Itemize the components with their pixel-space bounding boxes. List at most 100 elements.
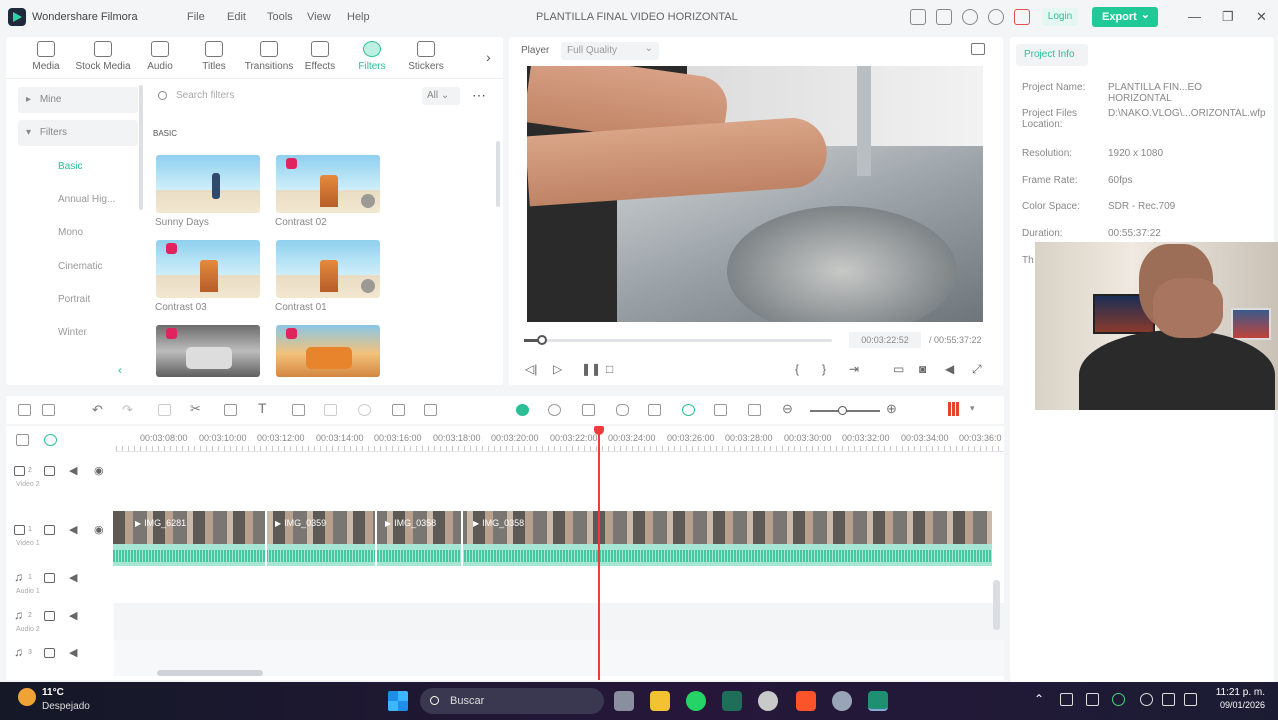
- mute-icon[interactable]: ◀: [69, 464, 77, 477]
- filter-thumb-color-van[interactable]: [276, 325, 380, 377]
- file-explorer-icon[interactable]: [650, 691, 670, 711]
- lock-icon[interactable]: [44, 573, 55, 583]
- collapse-sidebar-icon[interactable]: ‹: [118, 363, 122, 377]
- fullscreen-icon[interactable]: ⤢: [972, 362, 982, 377]
- filter-thumb-contrast-01[interactable]: [276, 240, 380, 298]
- eye-icon[interactable]: ◉: [94, 523, 104, 536]
- chevron-down-icon[interactable]: ▾: [970, 403, 975, 414]
- weather-icon[interactable]: [18, 688, 36, 706]
- timeline-vertical-scrollbar[interactable]: [993, 580, 1000, 630]
- close-icon[interactable]: ✕: [1256, 9, 1267, 25]
- render-icon[interactable]: [548, 404, 561, 416]
- auto-snap-icon[interactable]: [682, 404, 695, 416]
- mute-icon[interactable]: ◀: [69, 571, 77, 584]
- tab-stickers[interactable]: Stickers: [406, 41, 446, 72]
- battery-icon[interactable]: [1184, 693, 1197, 706]
- lock-icon[interactable]: [44, 648, 55, 658]
- app-icon[interactable]: [832, 691, 852, 711]
- chevron-right-icon[interactable]: ›: [486, 49, 491, 65]
- select-tool-icon[interactable]: [42, 404, 55, 416]
- pip-icon[interactable]: [714, 404, 727, 416]
- volume-icon[interactable]: ◀: [945, 362, 954, 376]
- transform-icon[interactable]: [324, 404, 337, 416]
- replace-icon[interactable]: [748, 404, 761, 416]
- sidebar-item-annual-highlights[interactable]: Annual Hig...: [18, 187, 138, 213]
- brave-icon[interactable]: [796, 691, 816, 711]
- eye-icon[interactable]: ◉: [94, 464, 104, 477]
- video-2-track[interactable]: [114, 454, 1004, 504]
- sidebar-item-basic[interactable]: Basic: [18, 154, 138, 180]
- chevron-up-icon[interactable]: ⌃: [1034, 692, 1044, 706]
- timeline-ruler[interactable]: 00:03:08:00 00:03:10:00 00:03:12:00 00:0…: [116, 426, 1004, 452]
- chrome-icon[interactable]: [758, 691, 778, 711]
- filmora-task-icon[interactable]: [722, 691, 742, 711]
- link-icon[interactable]: [44, 434, 57, 446]
- marker-icon[interactable]: [582, 404, 595, 416]
- more-options-icon[interactable]: ⋯: [472, 87, 486, 104]
- sidebar-mine[interactable]: ▸ Mine: [18, 87, 138, 113]
- save-icon[interactable]: [936, 9, 952, 25]
- weather-temp[interactable]: 11°C: [42, 687, 64, 698]
- menu-view[interactable]: View: [307, 11, 347, 23]
- menu-file[interactable]: File: [187, 11, 227, 23]
- redo-icon[interactable]: ↷: [122, 402, 133, 418]
- playhead[interactable]: [598, 428, 600, 680]
- zoom-out-icon[interactable]: ⊖: [782, 401, 793, 417]
- tab-effects[interactable]: Effects: [302, 41, 338, 72]
- weather-status[interactable]: Despejado: [42, 701, 90, 712]
- ai-tool-icon[interactable]: [516, 404, 529, 416]
- current-timecode[interactable]: 00:03:22:52: [849, 332, 921, 348]
- tab-transitions[interactable]: Transitions: [240, 41, 298, 72]
- filmora-active-icon[interactable]: [868, 691, 888, 711]
- taskbar-clock[interactable]: 11:21 p. m. 09/01/2026: [1205, 687, 1265, 710]
- login-button[interactable]: Login: [1042, 8, 1078, 26]
- monitor-icon[interactable]: [910, 9, 926, 25]
- render-preview-icon[interactable]: ⇥: [849, 362, 859, 376]
- snapshot-icon[interactable]: [971, 43, 985, 55]
- filter-thumb-contrast-03[interactable]: [156, 240, 260, 298]
- audio-tools-icon[interactable]: [224, 404, 237, 416]
- export-button[interactable]: Export: [1092, 5, 1158, 27]
- text-icon[interactable]: T: [258, 400, 267, 416]
- headset-icon[interactable]: [988, 9, 1004, 25]
- menu-edit[interactable]: Edit: [227, 11, 267, 23]
- quality-select[interactable]: Full Quality: [561, 40, 659, 60]
- download-icon[interactable]: [361, 279, 375, 293]
- camera-icon[interactable]: ◙: [919, 362, 926, 376]
- layout-icon[interactable]: [18, 404, 31, 416]
- color-icon[interactable]: [358, 404, 371, 416]
- filter-thumb-contrast-02[interactable]: [276, 155, 380, 213]
- sidebar-scrollbar[interactable]: [139, 85, 143, 210]
- mark-out-icon[interactable]: }: [822, 362, 826, 376]
- delete-icon[interactable]: [158, 404, 171, 416]
- tray-app-icon[interactable]: [1060, 693, 1073, 706]
- sidebar-item-portrait[interactable]: Portrait: [18, 287, 138, 313]
- sidebar-item-mono[interactable]: Mono: [18, 220, 138, 246]
- display-icon[interactable]: ▭: [893, 362, 904, 376]
- menu-tools[interactable]: Tools: [267, 11, 307, 23]
- microphone-icon[interactable]: [616, 404, 629, 416]
- zoom-slider-handle[interactable]: [838, 406, 847, 415]
- audio-2-track[interactable]: [114, 603, 1004, 640]
- timeline-grid-icon[interactable]: [948, 402, 959, 416]
- speed-icon[interactable]: [392, 404, 405, 416]
- filter-thumb-mono-van[interactable]: [156, 325, 260, 377]
- filter-thumb-sunny-days[interactable]: [156, 155, 260, 213]
- lock-icon[interactable]: [44, 466, 55, 476]
- filter-category-select[interactable]: All ⌄: [422, 87, 460, 105]
- cloud-icon[interactable]: [962, 9, 978, 25]
- timeline-horizontal-scrollbar[interactable]: [157, 670, 263, 676]
- sidebar-filters[interactable]: ▾ Filters: [18, 120, 138, 146]
- tab-media[interactable]: Media: [28, 41, 64, 72]
- maximize-icon[interactable]: ❐: [1222, 9, 1234, 25]
- download-icon[interactable]: [361, 194, 375, 208]
- crop-icon[interactable]: [292, 404, 305, 416]
- speaker-icon[interactable]: [1162, 693, 1175, 706]
- windows-start-icon[interactable]: [388, 691, 408, 711]
- gift-icon[interactable]: [1014, 9, 1030, 25]
- mute-icon[interactable]: ◀: [69, 609, 77, 622]
- sidebar-item-winter[interactable]: Winter: [18, 320, 138, 346]
- stabilize-icon[interactable]: [424, 404, 437, 416]
- tray-app-icon[interactable]: [1086, 693, 1099, 706]
- taskbar-search[interactable]: Buscar: [420, 688, 604, 714]
